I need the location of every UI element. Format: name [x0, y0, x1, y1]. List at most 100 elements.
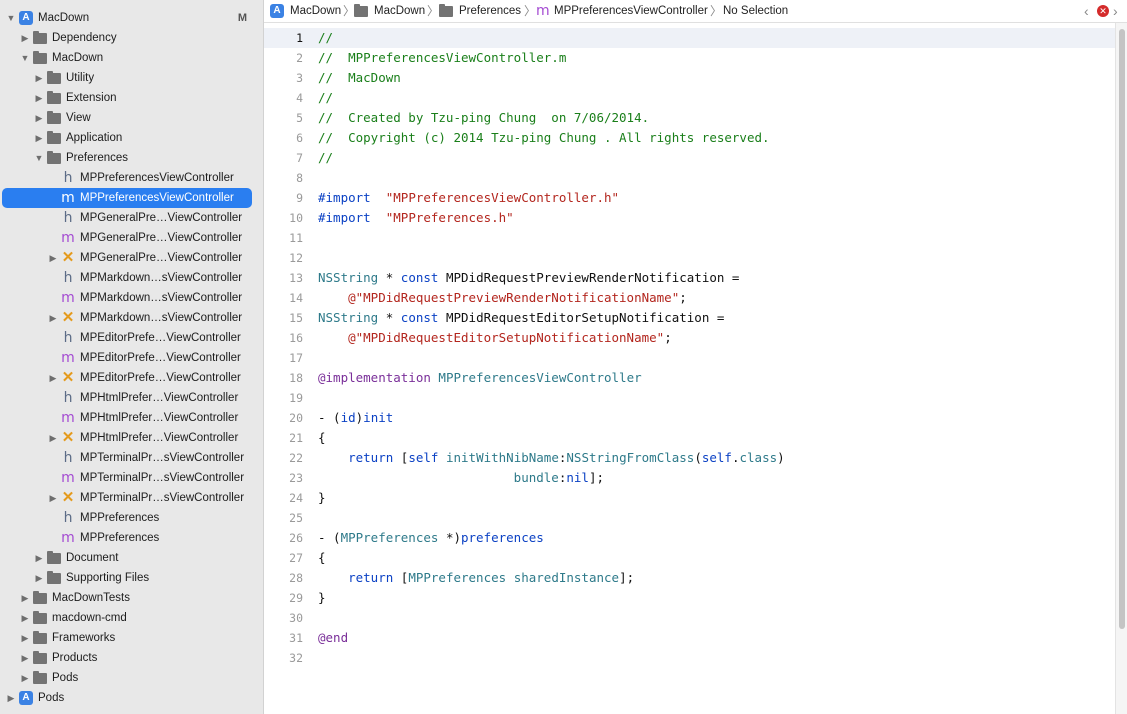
- navigator-item[interactable]: h MPTerminalPr…sViewController: [0, 448, 263, 468]
- line-number: 11: [289, 231, 303, 245]
- disclosure-closed-icon[interactable]: ▶: [34, 128, 44, 148]
- navigator-item[interactable]: m MPPreferencesViewController: [0, 188, 263, 208]
- code-line[interactable]: }: [318, 488, 326, 508]
- disclosure-closed-icon[interactable]: ▶: [34, 548, 44, 568]
- navigator-item[interactable]: h MPGeneralPre…ViewController: [0, 208, 263, 228]
- navigator-item[interactable]: m MPPreferences: [0, 528, 263, 548]
- objc-m-file-icon: m: [536, 3, 550, 19]
- error-icon[interactable]: ✕: [1097, 5, 1109, 17]
- navigator-item[interactable]: ▶ View: [0, 108, 263, 128]
- disclosure-open-icon[interactable]: ▼: [20, 48, 30, 68]
- disclosure-closed-icon[interactable]: ▶: [20, 588, 30, 608]
- code-line[interactable]: bundle:nil];: [318, 468, 604, 488]
- navigator-item[interactable]: ▶ Products: [0, 648, 263, 668]
- navigator-item[interactable]: ▼ MacDown: [0, 48, 263, 68]
- code-token: NSStringFromClass: [566, 450, 695, 465]
- code-line[interactable]: @end: [318, 628, 348, 648]
- navigator-item[interactable]: m MPMarkdown…sViewController: [0, 288, 263, 308]
- code-line[interactable]: - (MPPreferences *)preferences: [318, 528, 544, 548]
- code-line[interactable]: {: [318, 548, 326, 568]
- code-line[interactable]: return [self initWithNibName:NSStringFro…: [318, 448, 785, 468]
- navigator-item[interactable]: h MPPreferencesViewController: [0, 168, 263, 188]
- navigator-item[interactable]: ▶ Application: [0, 128, 263, 148]
- navigator-item[interactable]: h MPHtmlPrefer…ViewController: [0, 388, 263, 408]
- navigator-item[interactable]: ▶ ✕ MPEditorPrefe…ViewController: [0, 368, 263, 388]
- navigator-item[interactable]: ▶ Pods: [0, 668, 263, 688]
- navigator-item[interactable]: ▶ Dependency: [0, 28, 263, 48]
- code-line[interactable]: //: [318, 88, 333, 108]
- navigator-item[interactable]: m MPEditorPrefe…ViewController: [0, 348, 263, 368]
- navigator-item[interactable]: ▶ MacDownTests: [0, 588, 263, 608]
- navigator-item[interactable]: ▶ A Pods: [0, 688, 263, 708]
- navigator-item[interactable]: ▶ ✕ MPGeneralPre…ViewController: [0, 248, 263, 268]
- crumb-symbol[interactable]: No Selection: [723, 0, 788, 22]
- disclosure-closed-icon[interactable]: ▶: [48, 368, 58, 388]
- navigator-item[interactable]: ▶ Document: [0, 548, 263, 568]
- navigator-item[interactable]: ▼ Preferences: [0, 148, 263, 168]
- code-line[interactable]: @implementation MPPreferencesViewControl…: [318, 368, 642, 388]
- code-line[interactable]: NSString * const MPDidRequestPreviewRend…: [318, 268, 739, 288]
- disclosure-closed-icon[interactable]: ▶: [34, 108, 44, 128]
- disclosure-closed-icon[interactable]: ▶: [20, 648, 30, 668]
- navigator-item[interactable]: ▼ A MacDown M: [0, 8, 263, 28]
- disclosure-closed-icon[interactable]: ▶: [6, 688, 16, 708]
- line-number: 20: [289, 411, 303, 425]
- code-line[interactable]: NSString * const MPDidRequestEditorSetup…: [318, 308, 724, 328]
- code-line[interactable]: - (id)init: [318, 408, 393, 428]
- code-token: @"MPDidRequestPreviewRenderNotificationN…: [348, 290, 680, 305]
- source-editor[interactable]: 1 // 2 // MPPreferencesViewController.m 3 // …: [264, 23, 1115, 714]
- disclosure-closed-icon[interactable]: ▶: [34, 88, 44, 108]
- disclosure-open-icon[interactable]: ▼: [6, 8, 16, 28]
- code-line[interactable]: @"MPDidRequestPreviewRenderNotificationN…: [318, 288, 687, 308]
- navigator-item[interactable]: ▶ Supporting Files: [0, 568, 263, 588]
- code-line[interactable]: // Created by Tzu-ping Chung on 7/06/201…: [318, 108, 649, 128]
- code-line[interactable]: //: [318, 148, 333, 168]
- navigator-item[interactable]: ▶ ✕ MPHtmlPrefer…ViewController: [0, 428, 263, 448]
- navigator-item[interactable]: ▶ Utility: [0, 68, 263, 88]
- disclosure-closed-icon[interactable]: ▶: [20, 628, 30, 648]
- code-line[interactable]: // Copyright (c) 2014 Tzu-ping Chung . A…: [318, 128, 770, 148]
- disclosure-closed-icon[interactable]: ▶: [20, 28, 30, 48]
- code-line[interactable]: #import "MPPreferences.h": [318, 208, 514, 228]
- code-line[interactable]: {: [318, 428, 326, 448]
- disclosure-closed-icon[interactable]: ▶: [20, 668, 30, 688]
- code-line[interactable]: // MacDown: [318, 68, 401, 88]
- disclosure-closed-icon[interactable]: ▶: [34, 68, 44, 88]
- chevron-left-icon[interactable]: ‹: [1084, 0, 1089, 22]
- disclosure-open-icon[interactable]: ▼: [34, 148, 44, 168]
- code-line[interactable]: // MPPreferencesViewController.m: [318, 48, 566, 68]
- navigator-item[interactable]: ▶ macdown-cmd: [0, 608, 263, 628]
- navigator-item[interactable]: ▶ Extension: [0, 88, 263, 108]
- objc-m-file-icon: m: [61, 350, 75, 366]
- navigator-item[interactable]: ▶ ✕ MPTerminalPr…sViewController: [0, 488, 263, 508]
- code-line[interactable]: return [MPPreferences sharedInstance];: [318, 568, 634, 588]
- navigator-item-label: MPMarkdown…sViewController: [80, 312, 243, 324]
- chevron-right-icon[interactable]: ›: [1113, 0, 1118, 22]
- disclosure-closed-icon[interactable]: ▶: [34, 568, 44, 588]
- navigator-item[interactable]: m MPTerminalPr…sViewController: [0, 468, 263, 488]
- code-line[interactable]: @"MPDidRequestEditorSetupNotificationNam…: [318, 328, 672, 348]
- folder-icon: [47, 151, 61, 164]
- code-token: (: [694, 450, 702, 465]
- editor-scrollbar[interactable]: [1115, 23, 1127, 714]
- line-number: 25: [289, 511, 303, 525]
- navigator-item[interactable]: h MPPreferences: [0, 508, 263, 528]
- navigator-item[interactable]: h MPEditorPrefe…ViewController: [0, 328, 263, 348]
- objc-m-file-icon: m: [61, 470, 75, 486]
- code-line[interactable]: #import "MPPreferencesViewController.h": [318, 188, 619, 208]
- navigator-item[interactable]: m MPHtmlPrefer…ViewController: [0, 408, 263, 428]
- navigator-item[interactable]: ▶ ✕ MPMarkdown…sViewController: [0, 308, 263, 328]
- navigator-item-label: Extension: [66, 92, 117, 104]
- navigator-item[interactable]: ▶ Frameworks: [0, 628, 263, 648]
- disclosure-closed-icon[interactable]: ▶: [48, 248, 58, 268]
- code-line[interactable]: //: [318, 28, 333, 48]
- disclosure-closed-icon[interactable]: ▶: [20, 608, 30, 628]
- disclosure-closed-icon[interactable]: ▶: [48, 488, 58, 508]
- disclosure-closed-icon[interactable]: ▶: [48, 428, 58, 448]
- scrollbar-thumb[interactable]: [1119, 29, 1125, 629]
- navigator-item[interactable]: h MPMarkdown…sViewController: [0, 268, 263, 288]
- code-line[interactable]: }: [318, 588, 326, 608]
- header-file-icon: h: [63, 210, 73, 226]
- disclosure-closed-icon[interactable]: ▶: [48, 308, 58, 328]
- navigator-item[interactable]: m MPGeneralPre…ViewController: [0, 228, 263, 248]
